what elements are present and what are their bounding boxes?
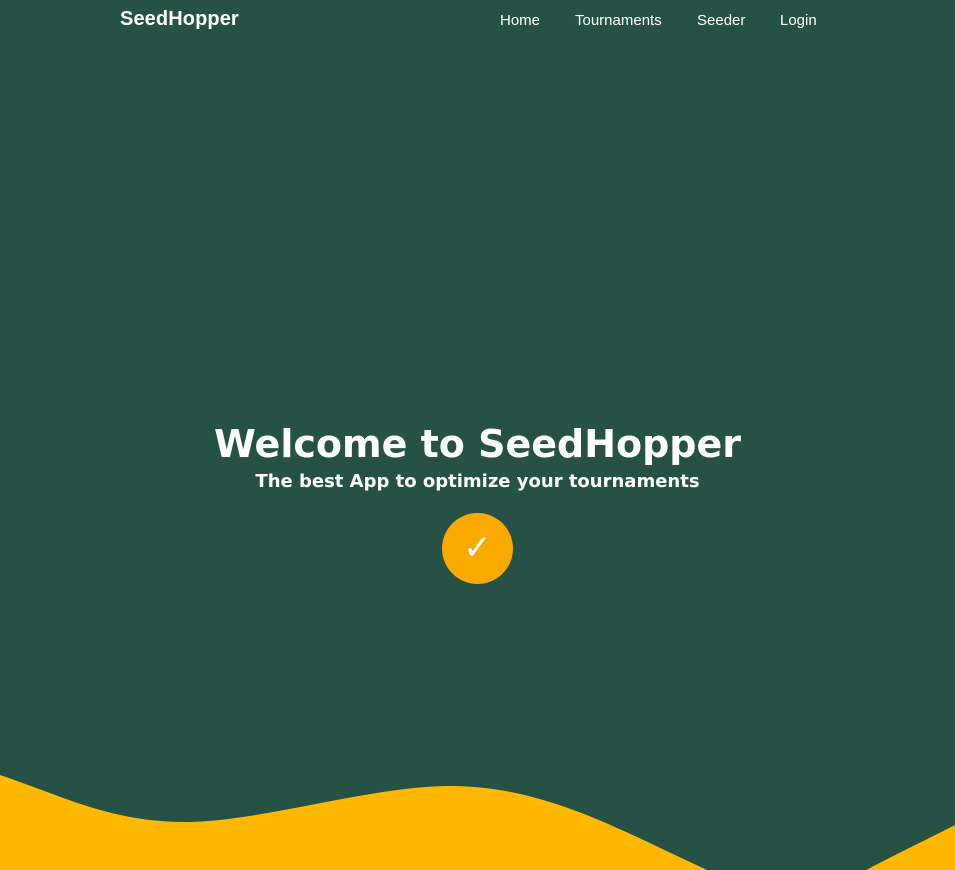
- page: SeedHopper Home Tournaments Seeder Login…: [0, 0, 955, 870]
- hero-title: Welcome to SeedHopper: [213, 422, 742, 466]
- hero-section: Welcome to SeedHopper The best App to op…: [0, 420, 955, 494]
- nav-link-home[interactable]: Home: [500, 12, 540, 29]
- brand-logo[interactable]: SeedHopper: [120, 8, 239, 31]
- navbar: SeedHopper Home Tournaments Seeder Login: [0, 0, 955, 42]
- nav-link-seeder[interactable]: Seeder: [697, 12, 745, 29]
- get-started-button[interactable]: ✓: [442, 513, 513, 584]
- nav-link-tournaments[interactable]: Tournaments: [575, 12, 662, 29]
- wave-shape: [0, 775, 955, 870]
- wave-decoration: [0, 775, 955, 870]
- nav-link-login[interactable]: Login: [780, 12, 817, 29]
- check-icon: ✓: [463, 527, 492, 568]
- hero-subtitle: The best App to optimize your tournament…: [255, 471, 700, 492]
